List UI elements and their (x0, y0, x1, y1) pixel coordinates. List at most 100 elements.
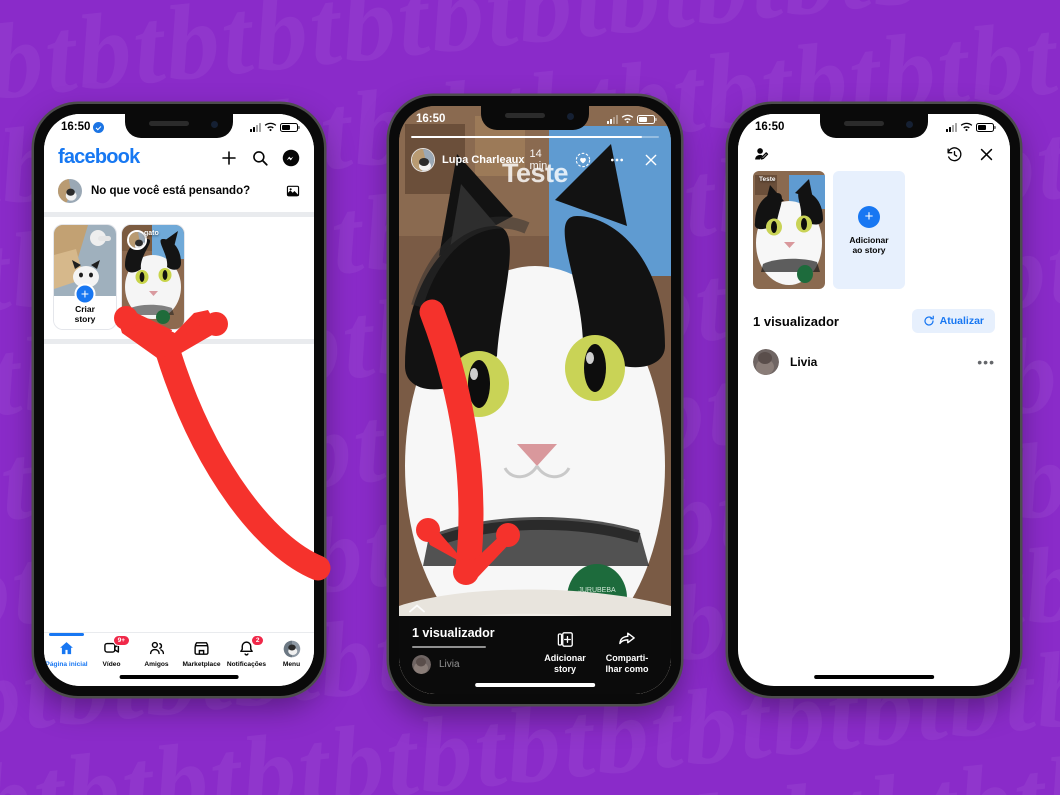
speaker-grill (505, 113, 545, 118)
feed-separator (44, 339, 314, 344)
status-time: 16:50 (755, 121, 785, 133)
viewers-count-label: 1 visualizador (753, 313, 839, 329)
menu-avatar-icon (283, 639, 301, 658)
plus-icon[interactable]: + (74, 283, 96, 305)
refresh-icon (924, 315, 934, 326)
post-composer[interactable]: No que você está pensando? (44, 175, 314, 212)
home-indicator (475, 683, 595, 687)
share-icon (619, 632, 635, 645)
story-timestamp: 14 min (529, 148, 548, 172)
tab-label: Página inicial (45, 661, 88, 668)
story-progress-bar (411, 136, 659, 138)
viewer-row[interactable]: Livia ••• (738, 333, 1010, 375)
front-camera (906, 121, 913, 128)
composer-placeholder[interactable]: No que você está pensando? (91, 185, 277, 197)
tab-label: Marketplace (182, 661, 221, 668)
phone2-screen: JURUBEBA HERMIONE (township) 16:50 (399, 106, 671, 694)
share-as-label: Comparti- lhar como (605, 653, 649, 674)
refresh-button[interactable]: Atualizar (911, 309, 995, 333)
viewer-name: Livia (790, 355, 818, 369)
add-to-story-label: Adicionar ao story (849, 234, 889, 255)
story-top-label: gato (144, 230, 159, 237)
battery-icon (976, 122, 996, 132)
messenger-icon[interactable] (282, 149, 300, 167)
tab-label: Vídeo (102, 661, 121, 668)
tab-friends[interactable]: Amigos (134, 639, 179, 668)
front-camera (567, 113, 574, 120)
more-options-icon[interactable]: ••• (977, 355, 995, 369)
battery-icon (637, 114, 657, 124)
search-icon[interactable] (251, 149, 269, 167)
battery-icon (280, 122, 300, 132)
home-indicator (119, 675, 239, 679)
cellular-signal-icon (946, 122, 957, 132)
plus-icon: + (858, 205, 880, 228)
story-author-name[interactable]: Lupa Charleaux (442, 154, 525, 166)
more-options-icon[interactable] (609, 152, 625, 168)
avatar (412, 654, 431, 674)
chevron-up-icon[interactable] (409, 601, 425, 616)
video-icon: 9+ (103, 635, 130, 658)
phone1-screen: 16:50 facebook No que você está pensando… (44, 114, 314, 686)
create-story-label: Criar story (74, 304, 96, 324)
heart-circle-icon[interactable] (575, 152, 591, 168)
create-story-card[interactable]: Criar story + (54, 225, 116, 329)
story-header: Lupa Charleaux 14 min (411, 148, 659, 172)
add-story-label: Adicionar story (544, 653, 586, 674)
cellular-signal-icon (250, 122, 261, 132)
status-time: 16:50 (416, 113, 446, 125)
tab-label: Menu (282, 661, 301, 668)
tab-home[interactable]: Página inicial (44, 633, 89, 668)
verified-badge-icon (93, 121, 105, 133)
tab-notifications[interactable]: 2 Notificações (224, 635, 269, 668)
screenshot-canvas: tbtbtbtbtbtbtbtbtbtbtbtbtbtbtbtbtbtbtbtb… (0, 0, 1060, 795)
notch (481, 106, 589, 130)
story-background-image: JURUBEBA HERMIONE (township) (399, 106, 671, 694)
story-thumbnail-label: Teste (759, 176, 776, 183)
story-thumbnails-row: Teste + Adicionar ao story (738, 167, 1010, 289)
speaker-grill (844, 121, 884, 126)
stories-tray: Criar story + gato S (44, 217, 314, 337)
tab-video[interactable]: 9+ Vídeo (89, 635, 134, 668)
story-card-cat[interactable]: gato S (122, 225, 184, 329)
archive-clock-icon[interactable] (946, 146, 963, 163)
active-tab-underline (49, 633, 84, 636)
tab-menu[interactable]: Menu (269, 639, 314, 668)
profile-edit-icon[interactable] (753, 146, 770, 163)
plus-icon[interactable] (220, 149, 238, 167)
phone-story-viewers-list: 16:50 Teste + Adicionar ao story 1 visua… (728, 104, 1020, 696)
photo-icon[interactable] (286, 184, 300, 198)
phone-story-viewer: JURUBEBA HERMIONE (township) 16:50 (389, 96, 681, 704)
friends-icon (148, 639, 166, 658)
viewers-count-label: 1 visualizador (412, 626, 495, 640)
wifi-icon (960, 122, 973, 131)
close-icon[interactable] (643, 152, 659, 168)
avatar[interactable] (411, 148, 435, 172)
facebook-logo: facebook (58, 146, 140, 168)
viewer-name: Livia (439, 658, 460, 670)
viewers-summary-row: 1 visualizador Atualizar (738, 289, 1010, 333)
notch (125, 114, 233, 138)
close-icon[interactable] (978, 146, 995, 163)
add-to-story-card[interactable]: + Adicionar ao story (833, 171, 905, 289)
bell-icon: 2 (238, 635, 264, 658)
viewer-row[interactable]: Livia (412, 654, 534, 674)
phone-facebook-feed: 16:50 facebook No que você está pensando… (34, 104, 324, 696)
notch (820, 114, 928, 138)
add-story-action[interactable]: Adicionar story (534, 626, 596, 674)
refresh-button-label: Atualizar (939, 315, 984, 327)
speaker-grill (149, 121, 189, 126)
wifi-icon (264, 122, 277, 131)
story-thumbnail-selected[interactable]: Teste (753, 171, 825, 289)
avatar (753, 349, 779, 375)
share-as-action[interactable]: Comparti- lhar como (596, 626, 658, 674)
status-time: 16:50 (61, 121, 91, 133)
phone3-screen: 16:50 Teste + Adicionar ao story 1 visua… (738, 114, 1010, 686)
wifi-icon (621, 114, 634, 123)
cellular-signal-icon (607, 114, 618, 124)
tab-marketplace[interactable]: Marketplace (179, 639, 224, 668)
add-story-icon (557, 632, 573, 647)
viewers-section[interactable]: 1 visualizador Livia (412, 626, 534, 674)
marketplace-icon (193, 639, 210, 658)
viewers-underline (412, 646, 486, 648)
